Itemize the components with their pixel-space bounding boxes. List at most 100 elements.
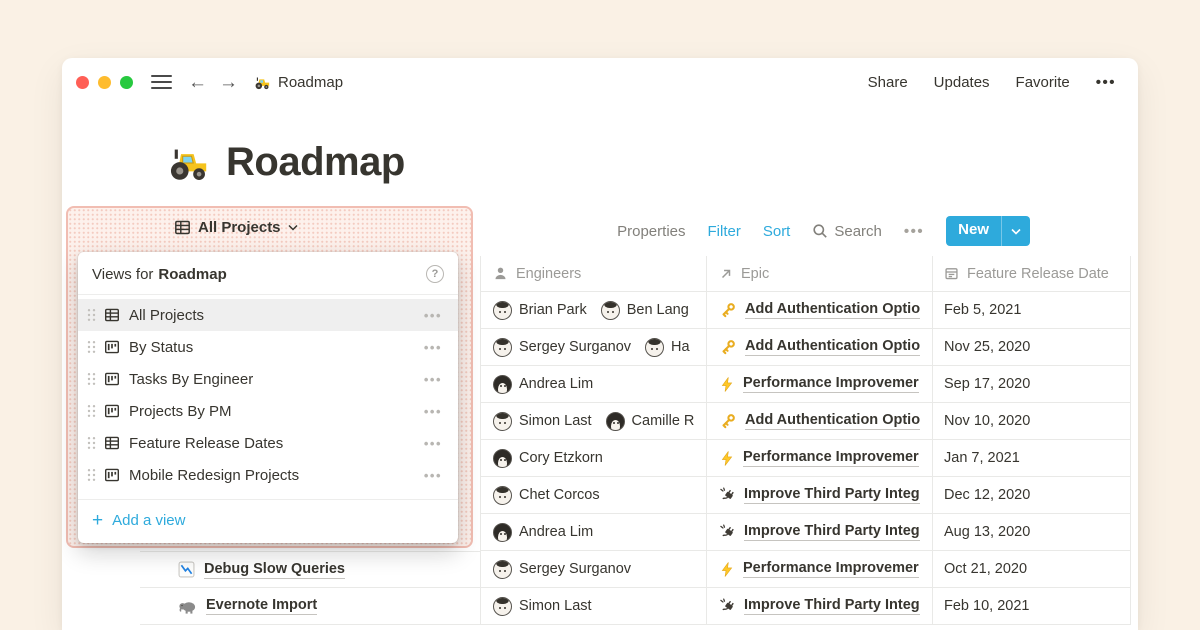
task-link[interactable]: Debug Slow Queries	[204, 561, 345, 579]
column-header-label: Feature Release Date	[967, 266, 1109, 282]
engineers-cell[interactable]: Sergey Surganov	[480, 551, 706, 587]
table-row[interactable]: Simon Last Camille R Add Authentication …	[480, 403, 1131, 440]
drag-handle-icon[interactable]	[86, 403, 98, 419]
engineers-cell[interactable]: Cory Etzkorn	[480, 440, 706, 476]
maximize-window-button[interactable]	[120, 76, 133, 89]
date-cell[interactable]: Feb 5, 2021	[932, 292, 1131, 328]
date-cell[interactable]: Jan 7, 2021	[932, 440, 1131, 476]
view-item-mobile-redesign-projects[interactable]: Mobile Redesign Projects •••	[78, 459, 458, 491]
breadcrumb[interactable]: Roadmap	[254, 74, 343, 91]
epic-cell[interactable]: Performance Improvemer	[706, 366, 932, 402]
sidebar-menu-icon[interactable]	[147, 71, 176, 93]
table-row[interactable]: Simon Last Improve Third Party Integ Feb…	[480, 588, 1131, 625]
column-header-release-date[interactable]: Feature Release Date	[932, 256, 1131, 291]
drag-handle-icon[interactable]	[86, 435, 98, 451]
back-button[interactable]: ←	[188, 73, 207, 92]
view-switcher-button[interactable]: All Projects	[174, 219, 298, 236]
table-row[interactable]: Chet Corcos Improve Third Party Integ De…	[480, 477, 1131, 514]
epic-link[interactable]: Performance Improvemer	[743, 449, 919, 467]
share-button[interactable]: Share	[868, 74, 908, 91]
new-dropdown-button[interactable]	[1001, 216, 1030, 246]
table-row[interactable]: Andrea Lim Improve Third Party Integ Aug…	[480, 514, 1131, 551]
view-item-by-status[interactable]: By Status •••	[78, 331, 458, 363]
view-item-more-icon[interactable]: •••	[424, 308, 442, 323]
epic-link[interactable]: Improve Third Party Integ	[744, 523, 920, 541]
column-header-engineers[interactable]: Engineers	[480, 256, 706, 291]
view-item-tasks-by-engineer[interactable]: Tasks By Engineer •••	[78, 363, 458, 395]
epic-cell[interactable]: Performance Improvemer	[706, 551, 932, 587]
epic-cell[interactable]: Improve Third Party Integ	[706, 514, 932, 550]
engineers-cell[interactable]: Sergey Surganov Ha	[480, 329, 706, 365]
table-row[interactable]: Cory Etzkorn Performance Improvemer Jan …	[480, 440, 1131, 477]
add-view-button[interactable]: + Add a view	[92, 512, 444, 529]
updates-button[interactable]: Updates	[934, 74, 990, 91]
view-item-label: All Projects	[129, 307, 424, 324]
task-link[interactable]: Evernote Import	[206, 597, 317, 615]
epic-link[interactable]: Performance Improvemer	[743, 375, 919, 393]
engineers-cell[interactable]: Brian Park Ben Lang	[480, 292, 706, 328]
epic-link[interactable]: Add Authentication Optio	[745, 338, 920, 356]
epic-link[interactable]: Add Authentication Optio	[745, 301, 920, 319]
sort-button[interactable]: Sort	[763, 223, 791, 240]
close-window-button[interactable]	[76, 76, 89, 89]
date-cell[interactable]: Dec 12, 2020	[932, 477, 1131, 513]
chevron-down-icon	[288, 224, 298, 231]
epic-link[interactable]: Add Authentication Optio	[745, 412, 920, 430]
epic-cell[interactable]: Add Authentication Optio	[706, 403, 932, 439]
views-panel-footer: + Add a view	[78, 499, 458, 543]
drag-handle-icon[interactable]	[86, 371, 98, 387]
engineers-cell[interactable]: Chet Corcos	[480, 477, 706, 513]
epic-cell[interactable]: Improve Third Party Integ	[706, 477, 932, 513]
search-button[interactable]: Search	[812, 223, 882, 240]
more-options-icon[interactable]: •••	[1096, 74, 1116, 91]
drag-handle-icon[interactable]	[86, 467, 98, 483]
date-cell[interactable]: Nov 10, 2020	[932, 403, 1131, 439]
minimize-window-button[interactable]	[98, 76, 111, 89]
epic-cell[interactable]: Add Authentication Optio	[706, 329, 932, 365]
table-row[interactable]: Andrea Lim Performance Improvemer Sep 17…	[480, 366, 1131, 403]
epic-link[interactable]: Improve Third Party Integ	[744, 597, 920, 615]
drag-handle-icon[interactable]	[86, 339, 98, 355]
date-cell[interactable]: Aug 13, 2020	[932, 514, 1131, 550]
table-row[interactable]: Sergey Surganov Performance Improvemer O…	[480, 551, 1131, 588]
table-row[interactable]: Brian Park Ben Lang Add Authentication O…	[480, 292, 1131, 329]
engineer-name: Brian Park	[519, 302, 587, 318]
elephant-icon	[178, 598, 197, 615]
view-item-more-icon[interactable]: •••	[424, 468, 442, 483]
date-cell[interactable]: Oct 21, 2020	[932, 551, 1131, 587]
view-item-all-projects[interactable]: All Projects •••	[78, 299, 458, 331]
engineers-cell[interactable]: Simon Last Camille R	[480, 403, 706, 439]
date-cell[interactable]: Nov 25, 2020	[932, 329, 1131, 365]
favorite-button[interactable]: Favorite	[1016, 74, 1070, 91]
date-cell[interactable]: Feb 10, 2021	[932, 588, 1131, 624]
view-item-more-icon[interactable]: •••	[424, 372, 442, 387]
engineer-chip: Chet Corcos	[493, 486, 600, 505]
table-row[interactable]: Sergey Surganov Ha Add Authentication Op…	[480, 329, 1131, 366]
filter-button[interactable]: Filter	[708, 223, 741, 240]
engineers-cell[interactable]: Simon Last	[480, 588, 706, 624]
help-icon[interactable]: ?	[426, 265, 444, 283]
tractor-icon[interactable]	[168, 144, 210, 182]
view-item-label: Feature Release Dates	[129, 435, 424, 452]
view-item-more-icon[interactable]: •••	[424, 340, 442, 355]
new-button[interactable]: New	[946, 216, 1030, 246]
drag-handle-icon[interactable]	[86, 307, 98, 323]
engineers-cell[interactable]: Andrea Lim	[480, 514, 706, 550]
toolbar-more-icon[interactable]: •••	[904, 223, 924, 240]
view-item-feature-release-dates[interactable]: Feature Release Dates •••	[78, 427, 458, 459]
forward-button[interactable]: →	[219, 73, 238, 92]
table-row[interactable]: Debug Slow Queries	[140, 551, 480, 588]
column-header-epic[interactable]: Epic	[706, 256, 932, 291]
table-row[interactable]: Evernote Import	[140, 588, 480, 625]
epic-link[interactable]: Improve Third Party Integ	[744, 486, 920, 504]
epic-link[interactable]: Performance Improvemer	[743, 560, 919, 578]
view-item-more-icon[interactable]: •••	[424, 404, 442, 419]
view-item-projects-by-pm[interactable]: Projects By PM •••	[78, 395, 458, 427]
date-cell[interactable]: Sep 17, 2020	[932, 366, 1131, 402]
epic-cell[interactable]: Add Authentication Optio	[706, 292, 932, 328]
engineers-cell[interactable]: Andrea Lim	[480, 366, 706, 402]
epic-cell[interactable]: Improve Third Party Integ	[706, 588, 932, 624]
properties-button[interactable]: Properties	[617, 223, 685, 240]
view-item-more-icon[interactable]: •••	[424, 436, 442, 451]
epic-cell[interactable]: Performance Improvemer	[706, 440, 932, 476]
